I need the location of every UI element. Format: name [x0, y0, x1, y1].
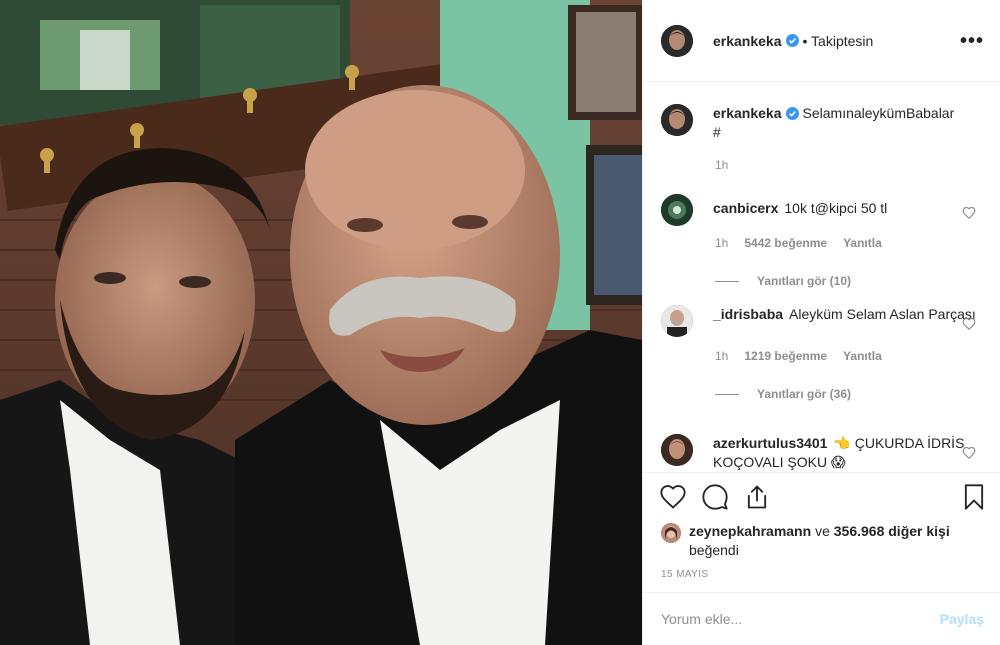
view-replies-label: Yanıtları gör (36)	[757, 387, 852, 401]
view-replies-button[interactable]: Yanıtları gör (36)	[715, 387, 984, 401]
view-replies-button[interactable]: Yanıtları gör (10)	[715, 274, 984, 288]
verified-badge-icon	[785, 34, 799, 47]
caption-text: SelamınaleykümBabalar	[802, 105, 955, 121]
author-username[interactable]: erkankeka	[713, 33, 782, 49]
comment-likes[interactable]: 5442 beğenme	[744, 236, 827, 250]
commenter-avatar[interactable]	[661, 305, 693, 337]
post-header: erkankeka • Takiptesin •••	[643, 0, 1000, 82]
caption-time[interactable]: 1h	[715, 158, 728, 172]
comment-item: _idrisbaba Aleyküm Selam Aslan Parçası 1h…	[661, 305, 984, 401]
view-replies-label: Yanıtları gör (10)	[757, 274, 852, 288]
caption: erkankeka SelamınaleykümBabalar # 1h	[661, 104, 984, 172]
selfie-photo	[0, 0, 642, 645]
add-comment-bar: Paylaş	[643, 592, 1000, 645]
more-icon[interactable]: •••	[960, 31, 984, 51]
comment-text: Aleyküm Selam Aslan Parçası	[789, 306, 976, 322]
caption-avatar[interactable]	[661, 104, 693, 136]
replies-divider	[715, 280, 739, 282]
comment-text: 10k t@kipci 50 tl	[784, 200, 888, 216]
reply-button[interactable]: Yanıtla	[843, 349, 882, 363]
action-bar	[643, 472, 1000, 520]
share-icon[interactable]	[743, 483, 771, 511]
follow-status[interactable]: • Takiptesin	[803, 33, 874, 49]
liker-avatar[interactable]	[661, 523, 681, 543]
comment-input[interactable]	[661, 611, 940, 627]
post-comment-button[interactable]: Paylaş	[940, 611, 984, 627]
liker-username[interactable]: zeynepkahramann	[689, 523, 811, 539]
commenter-avatar[interactable]	[661, 194, 693, 226]
like-comment-heart-icon[interactable]	[962, 317, 976, 331]
commenter-avatar[interactable]	[661, 434, 693, 466]
commenter-username[interactable]: canbicerx	[713, 200, 778, 216]
comment-likes[interactable]: 1219 beğenme	[744, 349, 827, 363]
post-date[interactable]: 15 MAYIS	[661, 569, 708, 580]
comment-icon[interactable]	[701, 483, 729, 511]
commenter-username[interactable]: azerkurtulus3401	[713, 435, 827, 451]
comment-item: canbicerx 10k t@kipci 50 tl 1h 5442 beğen…	[661, 194, 984, 288]
verified-badge-icon	[785, 107, 799, 120]
post-photo[interactable]	[0, 0, 642, 645]
likes-suffix: beğendi	[689, 542, 739, 558]
comment-time[interactable]: 1h	[715, 349, 728, 363]
bookmark-icon[interactable]	[960, 483, 988, 511]
heart-icon[interactable]	[659, 483, 687, 511]
reply-button[interactable]: Yanıtla	[843, 236, 882, 250]
comments-list[interactable]: erkankeka SelamınaleykümBabalar # 1h canb…	[643, 82, 1000, 472]
likes-others[interactable]: 356.968 diğer kişi	[834, 523, 950, 539]
comment-item: azerkurtulus3401 👈 ÇUKURDA İDRİS KOÇOVALI…	[661, 434, 984, 472]
commenter-username[interactable]: _idrisbaba	[713, 306, 783, 322]
like-comment-heart-icon[interactable]	[962, 206, 976, 220]
caption-hashtag[interactable]: #	[713, 124, 721, 140]
replies-divider	[715, 393, 739, 395]
likes-summary: zeynepkahramann ve 356.968 diğer kişi be…	[661, 522, 984, 560]
like-comment-heart-icon[interactable]	[962, 446, 976, 460]
likes-connector: ve	[815, 523, 830, 539]
caption-username[interactable]: erkankeka	[713, 105, 782, 121]
author-avatar[interactable]	[661, 24, 693, 57]
comment-time[interactable]: 1h	[715, 236, 728, 250]
post-details-panel: erkankeka • Takiptesin ••• erkankeka Sela…	[642, 0, 1000, 645]
